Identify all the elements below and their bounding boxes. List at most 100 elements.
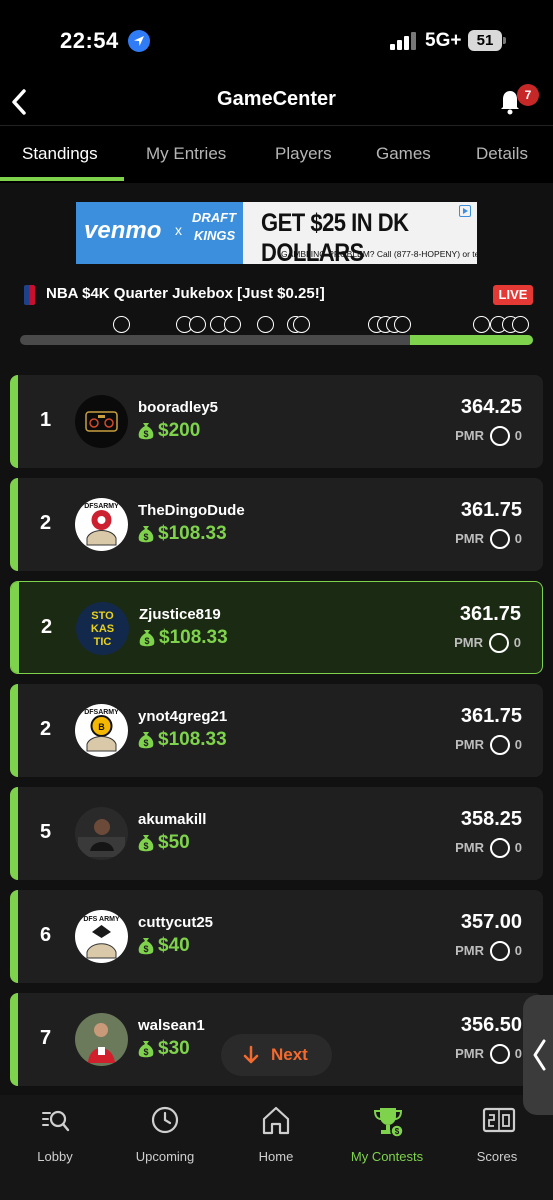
tab-games[interactable]: Games [376, 144, 431, 164]
svg-text:$: $ [144, 636, 149, 646]
svg-text:$: $ [143, 841, 148, 851]
entry-score: 361.75 [459, 603, 521, 625]
tab-players[interactable]: Players [275, 144, 332, 164]
entry-score: 364.25 [460, 396, 522, 418]
scoreboard-icon [482, 1107, 516, 1133]
entry-rank: 2 [40, 718, 52, 740]
entry-score: 361.75 [460, 705, 522, 727]
entry-score: 358.25 [460, 808, 522, 830]
side-drawer-handle[interactable] [523, 995, 553, 1115]
entry-prize: $108.33 [159, 627, 228, 648]
trophy-icon: $ [373, 1108, 404, 1138]
app-header: GameCenter 7 [0, 80, 553, 126]
entry-score: 356.50 [460, 1014, 522, 1036]
stokastic-avatar-icon: STO KAS TIC [76, 602, 129, 655]
entry-username[interactable]: walsean1 [138, 1017, 205, 1034]
boombox-avatar-icon [75, 395, 128, 448]
entry-rank: 5 [40, 821, 52, 843]
money-bag-icon: $ [138, 835, 154, 852]
nav-my-contests[interactable]: $ My Contests [332, 1105, 442, 1164]
cell-signal-icon [390, 32, 416, 50]
nav-label: Lobby [37, 1149, 73, 1164]
dfs-army-bruins-avatar-icon: B DFSARMY [75, 704, 128, 757]
payout-progress-track [20, 314, 533, 345]
pmr-progress-icon [490, 426, 510, 446]
draftkings-logo: DRAFT KINGS [192, 210, 242, 250]
pmr-label: PMR [455, 737, 484, 752]
nav-lobby[interactable]: Lobby [0, 1105, 110, 1164]
entry-rank: 7 [40, 1027, 52, 1049]
venmo-logo: venmo [84, 217, 162, 244]
avatar: DFSARMY [75, 498, 128, 551]
pmr-value: 0 [514, 840, 522, 855]
entry-username[interactable]: ynot4greg21 [138, 708, 227, 725]
entry-prize: $40 [158, 935, 190, 956]
pmr-progress-icon [490, 941, 510, 961]
entry-rank: 6 [40, 924, 52, 946]
status-bar: 22:54 5G+ 51 [0, 0, 553, 80]
svg-text:B: B [98, 722, 105, 732]
svg-text:$: $ [395, 1127, 400, 1136]
nav-home[interactable]: Home [221, 1105, 331, 1164]
avatar-logo-text: DFSARMY [84, 503, 119, 510]
standing-row-current-user[interactable]: 2 STO KAS TIC Zjustice819 $ $108.33 361.… [10, 581, 543, 674]
svg-text:$: $ [143, 1047, 148, 1057]
pmr-progress-icon [490, 735, 510, 755]
photo-avatar-icon [75, 807, 128, 860]
standing-row[interactable]: 2 DFSARMY TheDingoDude $ $108.33 361.75 … [10, 478, 543, 571]
nav-label: Upcoming [135, 1149, 195, 1164]
pmr-value: 0 [514, 531, 522, 546]
page-title: GameCenter [217, 88, 336, 110]
tab-standings[interactable]: Standings [22, 144, 98, 164]
entry-marker [113, 316, 130, 333]
money-bag-icon: $ [138, 423, 154, 440]
tab-details[interactable]: Details [476, 144, 528, 164]
entry-username[interactable]: TheDingoDude [138, 502, 245, 519]
standing-row[interactable]: 6 DFS ARMY cuttycut25 $ $40 357.00 PMR 0 [10, 890, 543, 983]
entry-prize: $108.33 [158, 523, 227, 544]
pmr-value: 0 [514, 428, 522, 443]
nav-label: Scores [476, 1149, 518, 1164]
ad-banner[interactable]: venmo x DRAFT KINGS GET $25 IN DK DOLLAR… [76, 202, 477, 264]
nav-upcoming[interactable]: Upcoming [110, 1105, 220, 1164]
entry-marker [257, 316, 274, 333]
standing-row[interactable]: 2 B DFSARMY ynot4greg21 $ $108.33 361.75… [10, 684, 543, 777]
standing-row[interactable]: 5 akumakill $ $50 358.25 PMR 0 [10, 787, 543, 880]
tab-bar: Standings My Entries Players Games Detai… [0, 127, 553, 183]
svg-text:$: $ [143, 944, 148, 954]
pmr-label: PMR [455, 840, 484, 855]
avatar [75, 807, 128, 860]
pmr-progress-icon [490, 838, 510, 858]
pmr-value: 0 [514, 737, 522, 752]
contest-name: NBA $4K Quarter Jukebox [Just $0.25!] [46, 285, 325, 302]
svg-text:$: $ [143, 532, 148, 542]
avatar: DFS ARMY [75, 910, 128, 963]
pmr-value: 0 [514, 1046, 522, 1061]
entry-prize: $50 [158, 832, 190, 853]
entry-username[interactable]: Zjustice819 [139, 606, 221, 623]
pmr-value: 0 [514, 943, 522, 958]
ad-fine-print: GAMBLING PROBLEM? Call (877-8-HOPENY) or… [281, 249, 477, 259]
avatar [75, 1013, 128, 1066]
svg-text:$: $ [143, 738, 148, 748]
network-type: 5G+ [425, 30, 462, 51]
entry-marker [224, 316, 241, 333]
entry-rank: 2 [41, 616, 53, 638]
avatar-logo-text: DFSARMY [84, 709, 119, 716]
standing-row[interactable]: 1 booradley5 $ $200 364.25 PMR 0 [10, 375, 543, 468]
entry-marker [293, 316, 310, 333]
avatar [75, 395, 128, 448]
entry-marker [512, 316, 529, 333]
avatar: B DFSARMY [75, 704, 128, 757]
money-bag-icon: $ [138, 526, 154, 543]
entry-username[interactable]: akumakill [138, 811, 206, 828]
tab-my-entries[interactable]: My Entries [146, 144, 226, 164]
adchoices-icon[interactable] [459, 205, 471, 217]
bottom-navigation: Lobby Upcoming Home $ My Contests Scores [0, 1095, 553, 1200]
entry-username[interactable]: cuttycut25 [138, 914, 213, 931]
location-arrow-icon [128, 30, 150, 52]
next-button[interactable]: Next [221, 1034, 332, 1076]
pmr-label: PMR [455, 943, 484, 958]
entry-username[interactable]: booradley5 [138, 399, 218, 416]
standings-content[interactable]: venmo x DRAFT KINGS GET $25 IN DK DOLLAR… [0, 183, 553, 1095]
